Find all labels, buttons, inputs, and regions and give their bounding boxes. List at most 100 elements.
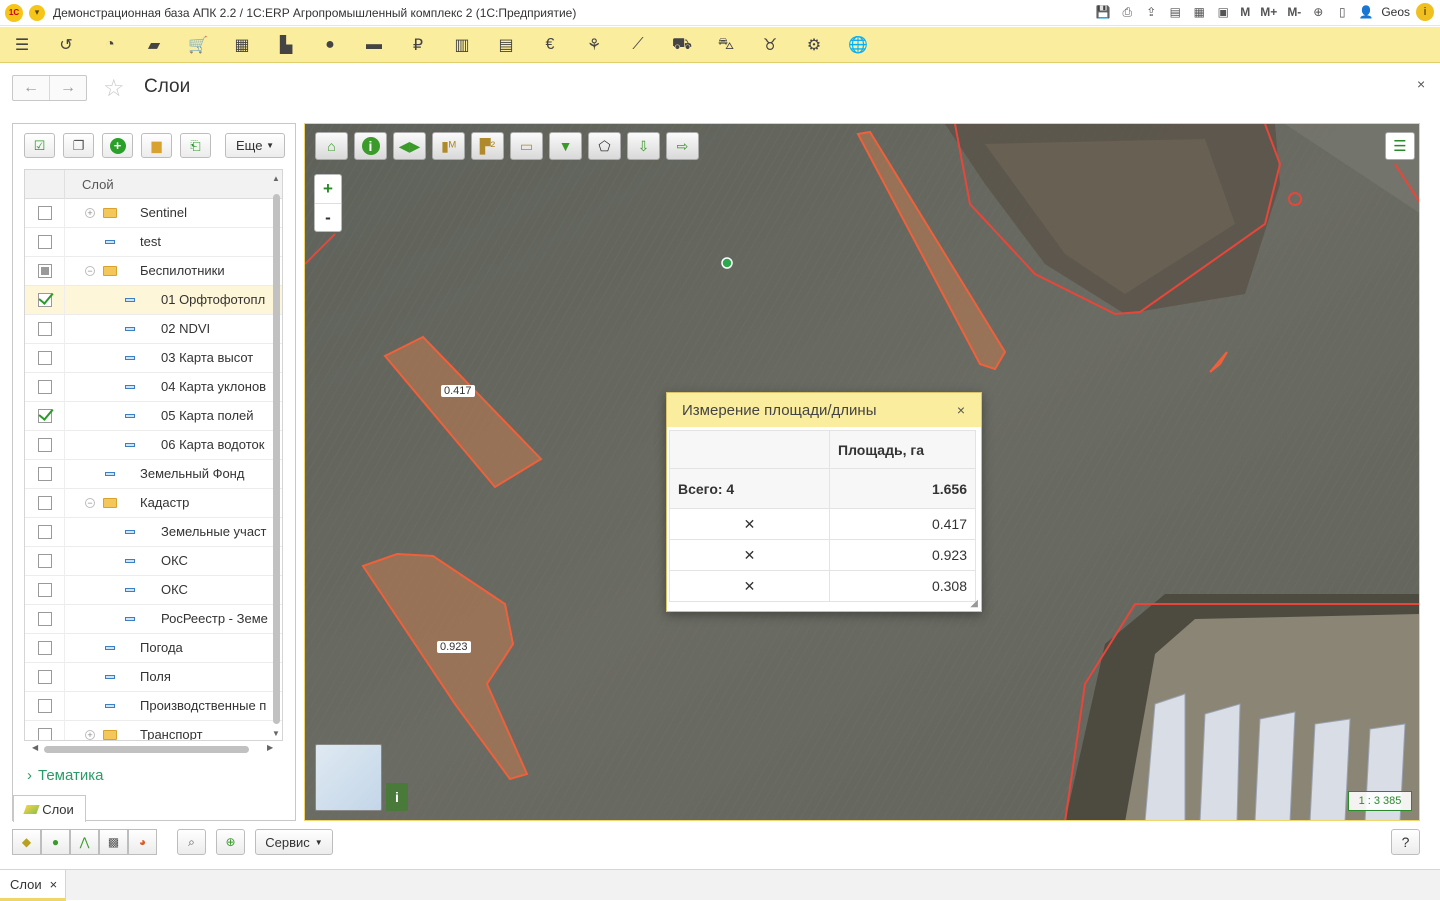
factory-icon[interactable]: ▙	[264, 27, 308, 63]
layer-row[interactable]: Поля	[25, 662, 282, 692]
layer-checkbox[interactable]	[37, 322, 52, 336]
help-button[interactable]: ?	[1391, 829, 1420, 855]
transport-button[interactable]: ▩	[99, 829, 128, 855]
legend-button[interactable]: ☰	[1385, 132, 1415, 160]
pie-icon[interactable]: ◔	[88, 27, 132, 63]
gear-icon[interactable]: ⚙	[792, 27, 836, 63]
favorite-star-icon[interactable]: ☆	[103, 74, 125, 103]
scroll-right-icon[interactable]: ▶	[267, 743, 273, 752]
close-icon[interactable]: ×	[50, 877, 58, 892]
bar-chart-icon[interactable]: ▥	[440, 27, 484, 63]
layer-row[interactable]: 03 Карта высот	[25, 343, 282, 373]
layer-checkbox[interactable]	[37, 554, 52, 568]
truck-icon[interactable]: ⛟	[660, 27, 704, 63]
layer-checkbox[interactable]	[37, 728, 52, 740]
close-form-button[interactable]: ×	[1417, 76, 1425, 92]
scroll-up-icon[interactable]: ▲	[272, 174, 280, 183]
measure-length-button[interactable]: ▮ᴹ	[432, 132, 465, 160]
zoom-in-button[interactable]: +	[315, 175, 341, 203]
grid-icon[interactable]: ▦	[220, 27, 264, 63]
layer-row[interactable]: Производственные п	[25, 691, 282, 721]
remove-measure-button[interactable]: ✕	[669, 570, 830, 602]
collapse-icon[interactable]: −	[85, 266, 95, 276]
layer-checkbox[interactable]	[37, 496, 52, 510]
print-icon[interactable]: ⎙	[1118, 3, 1136, 21]
layer-row[interactable]: ОКС	[25, 575, 282, 605]
forward-button[interactable]: →	[49, 76, 86, 100]
remove-measure-button[interactable]: ✕	[669, 508, 830, 540]
memory-button[interactable]: M	[1238, 5, 1252, 19]
user-name[interactable]: Geos	[1381, 5, 1410, 19]
cow-icon[interactable]: ♉	[748, 27, 792, 63]
column-header-layer[interactable]: Слой	[65, 177, 114, 192]
more-button[interactable]: Еще ▼	[225, 133, 285, 158]
layer-row[interactable]: ОКС	[25, 546, 282, 576]
collapse-icon[interactable]: −	[85, 498, 95, 508]
calendar-icon[interactable]: ▣	[1214, 3, 1232, 21]
dialog-close-button[interactable]: ×	[957, 402, 965, 418]
tree-horizontal-scrollbar[interactable]: ◀ ▶	[24, 743, 283, 754]
target-button[interactable]: ⊕	[216, 829, 245, 855]
tab-layers[interactable]: Слои	[13, 795, 86, 822]
layer-row[interactable]: Земельные участ	[25, 517, 282, 547]
layer-checkbox[interactable]	[37, 409, 52, 423]
select-polygon-button[interactable]: ⬠	[588, 132, 621, 160]
euro-icon[interactable]: €	[528, 27, 572, 63]
panels-icon[interactable]: ▯	[1333, 3, 1351, 21]
memory-plus-button[interactable]: M+	[1258, 5, 1279, 19]
add-layer-button[interactable]: +	[102, 133, 133, 158]
expand-icon[interactable]: +	[85, 208, 95, 218]
layer-checkbox[interactable]	[37, 641, 52, 655]
measure-area-button[interactable]: ▛²	[471, 132, 504, 160]
map-view[interactable]: 0.417 0.923 ⌂ i ◀▶ ▮ᴹ ▛² ▭ ▼ ⬠ ⇩ ⇨ ☰ + -…	[304, 123, 1420, 821]
layer-checkbox[interactable]	[37, 670, 52, 684]
tematika-section[interactable]: › Тематика	[27, 767, 103, 784]
export-button[interactable]: ⇨	[666, 132, 699, 160]
layer-row[interactable]: − Беспилотники	[25, 256, 282, 286]
history-icon[interactable]: ↺	[44, 27, 88, 63]
window-tab-layers[interactable]: Слои ×	[0, 870, 67, 901]
remove-measure-button[interactable]: ✕	[669, 539, 830, 571]
layer-checkbox[interactable]	[37, 699, 52, 713]
map-info-button[interactable]: i	[386, 783, 408, 811]
memory-minus-button[interactable]: M-	[1285, 5, 1303, 19]
globe-icon[interactable]: 🌐	[836, 27, 880, 63]
layer-checkbox[interactable]	[37, 235, 52, 249]
wheat-icon[interactable]: ⚘	[572, 27, 616, 63]
save-icon[interactable]: 💾	[1094, 3, 1112, 21]
layer-row[interactable]: test	[25, 227, 282, 257]
layer-row[interactable]: 04 Карта уклонов	[25, 372, 282, 402]
layer-row[interactable]: + Sentinel	[25, 198, 282, 228]
scroll-down-icon[interactable]: ▼	[272, 729, 280, 738]
chart-icon[interactable]: ⟋	[616, 27, 660, 63]
layer-checkbox[interactable]	[37, 612, 52, 626]
pan-button[interactable]: ◀▶	[393, 132, 426, 160]
scroll-left-icon[interactable]: ◀	[32, 743, 38, 752]
identify-button[interactable]: i	[354, 132, 387, 160]
copy-button[interactable]: ❐	[63, 133, 94, 158]
route-button[interactable]: ⋀	[70, 829, 99, 855]
print-preview-icon[interactable]: ▤	[1166, 3, 1184, 21]
scroll-thumb[interactable]	[273, 194, 280, 724]
layer-checkbox[interactable]	[37, 206, 52, 220]
ruble-icon[interactable]: ₽	[396, 27, 440, 63]
calculator-icon[interactable]: ▦	[1190, 3, 1208, 21]
layer-row[interactable]: 05 Карта полей	[25, 401, 282, 431]
tree-vertical-scrollbar[interactable]: ▲ ▼	[272, 174, 281, 738]
filter-button[interactable]: ▼	[549, 132, 582, 160]
zoom-icon[interactable]: ⊕	[1309, 3, 1327, 21]
scroll-thumb[interactable]	[44, 746, 249, 753]
info-icon[interactable]: i	[1416, 3, 1434, 21]
layer-checkbox[interactable]	[37, 438, 52, 452]
layer-checkbox[interactable]	[37, 351, 52, 365]
zoom-out-button[interactable]: -	[315, 203, 341, 231]
money-icon[interactable]: ▬	[352, 27, 396, 63]
layer-row[interactable]: Погода	[25, 633, 282, 663]
add-folder-button[interactable]: ▆	[141, 133, 172, 158]
bag-icon[interactable]: ▰	[132, 27, 176, 63]
layer-row[interactable]: − Кадастр	[25, 488, 282, 518]
home-button[interactable]: ⌂	[315, 132, 348, 160]
add-document-button[interactable]: ⎗	[180, 133, 211, 158]
dialog-header[interactable]: Измерение площади/длины ×	[667, 393, 981, 427]
person-icon[interactable]: ●	[308, 27, 352, 63]
